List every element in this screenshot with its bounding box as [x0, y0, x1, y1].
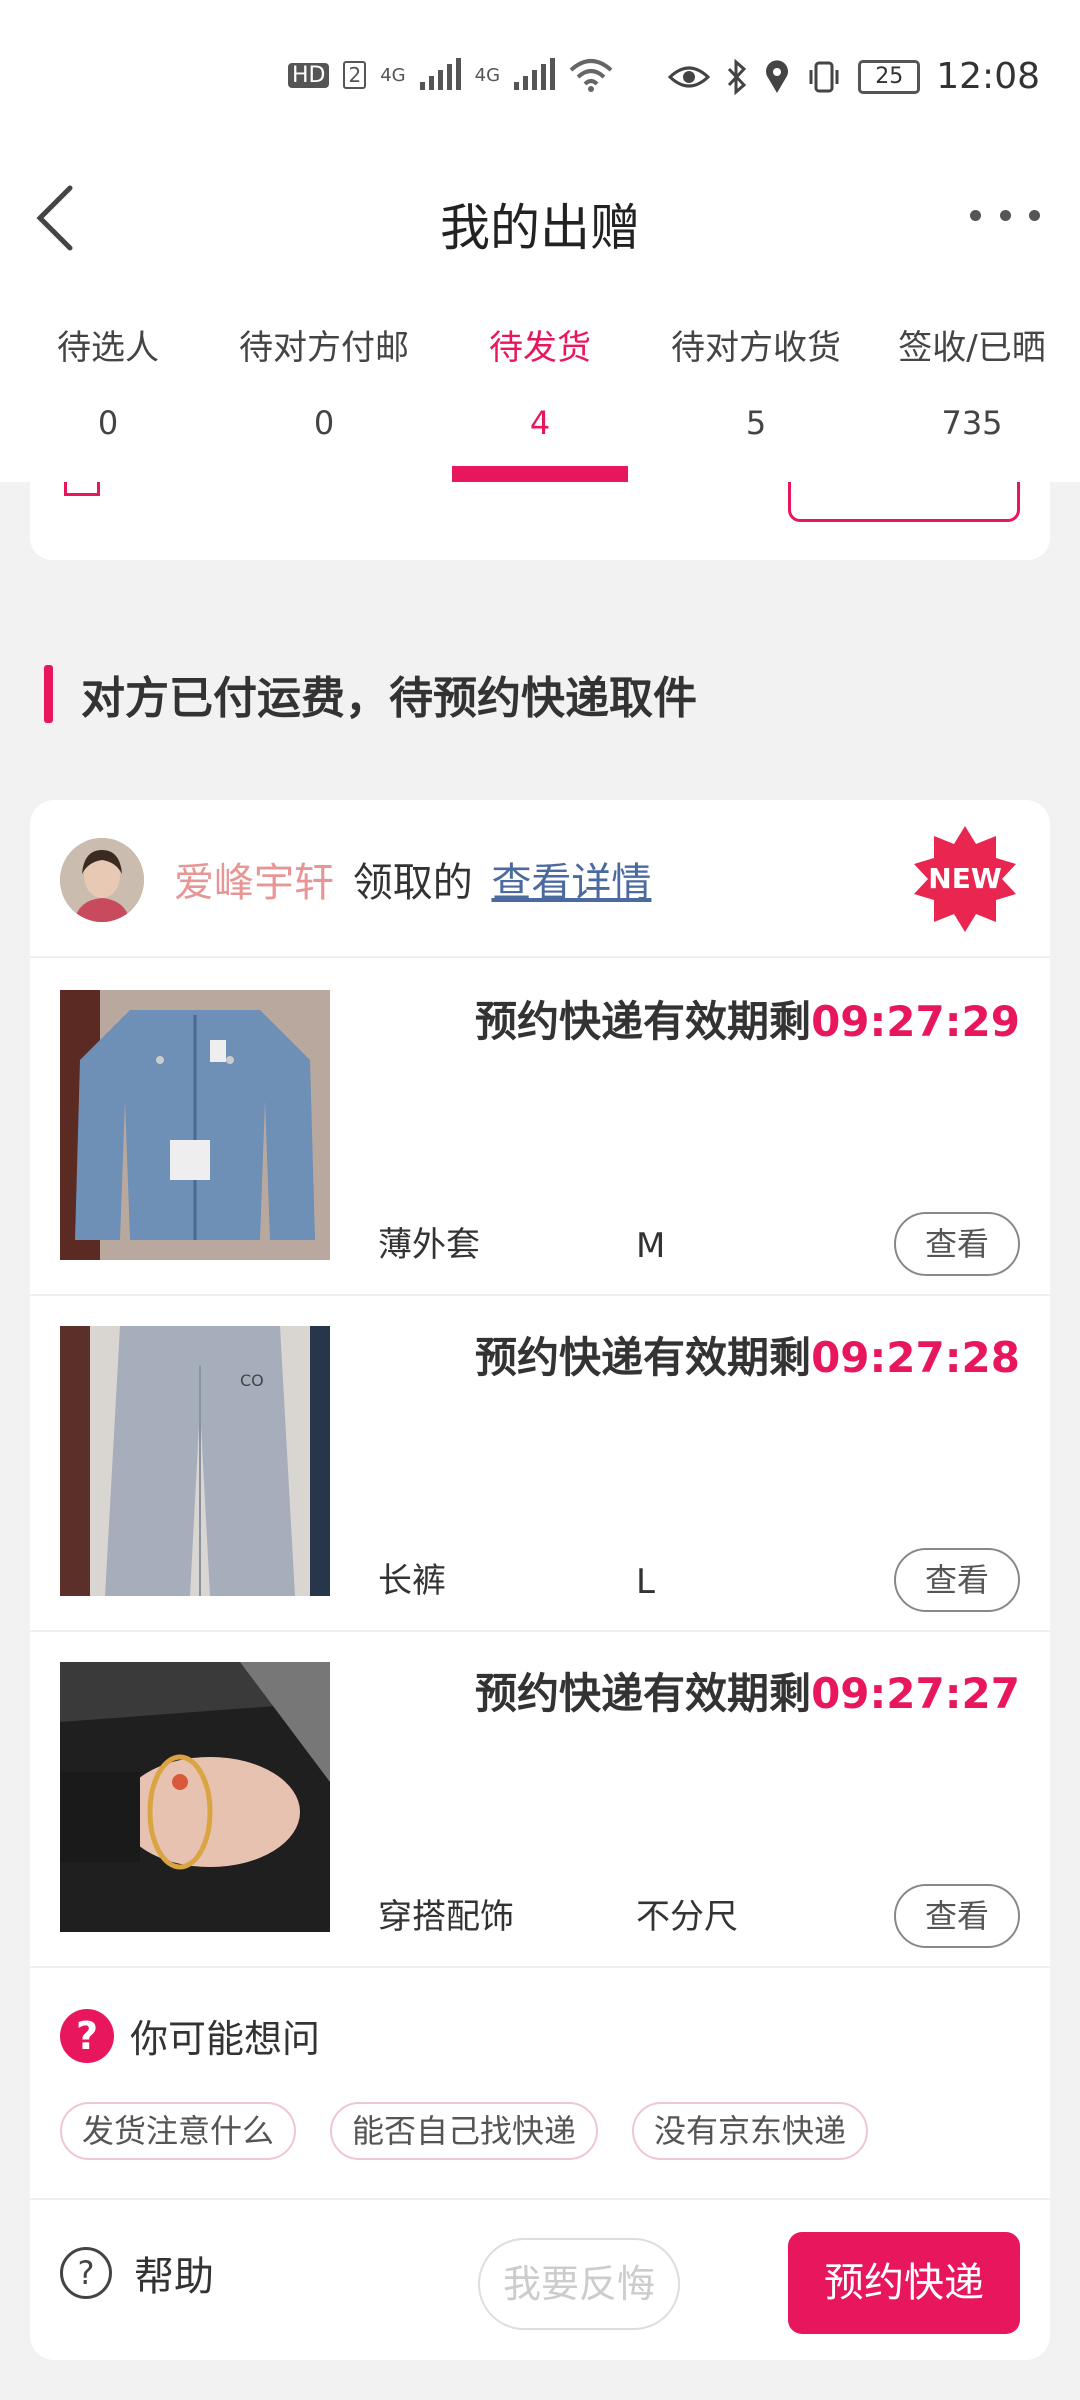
pants-image: CO	[60, 1326, 330, 1596]
item-image-jacket[interactable]	[60, 990, 330, 1260]
signal-icon	[419, 58, 461, 90]
status-left: HD 2 4G 4G	[288, 58, 613, 92]
booking-countdown: 预约快递有效期剩09:27:29	[475, 988, 1020, 1049]
tab-label: 待对方付邮	[239, 328, 409, 368]
active-tab-indicator	[452, 466, 628, 482]
nav-header: 我的出赠	[0, 150, 1080, 290]
countdown-time: 09:27:28	[811, 1333, 1020, 1382]
eye-icon	[668, 66, 711, 87]
regret-button[interactable]: 我要反悔	[478, 2238, 680, 2330]
status-time: 12:08	[936, 56, 1040, 97]
view-details-link[interactable]: 查看详情	[491, 860, 651, 906]
item-image-bracelet[interactable]	[60, 1662, 330, 1932]
faq-header: ? 你可能想问	[60, 2008, 320, 2063]
status-tabs: 待选人 0 待对方付邮 0 待发货 4 待对方收货 5 签收/已晒 735	[0, 290, 1080, 482]
avatar-image	[60, 838, 144, 922]
section-title: 对方已付运费，待预约快递取件	[81, 673, 697, 724]
claimer-row: 爱峰宇轩 领取的 查看详情 NEW	[30, 800, 1050, 958]
book-courier-button[interactable]: 预约快递	[788, 2232, 1020, 2334]
faq-chip-own-courier[interactable]: 能否自己找快递	[330, 2102, 599, 2160]
list-item: 预约快递有效期剩09:27:29 薄外套 M 查看	[30, 960, 1050, 1296]
faq-section: ? 你可能想问 发货注意什么 能否自己找快递 没有京东快递	[30, 1966, 1050, 2200]
new-badge: NEW	[910, 824, 1020, 934]
tab-pending-receive[interactable]: 待对方收货 5	[648, 290, 864, 482]
item-size: 不分尺	[636, 1897, 738, 1937]
item-image-pants[interactable]: CO	[60, 1326, 330, 1596]
tab-signed-shared[interactable]: 签收/已晒 735	[864, 290, 1080, 482]
section-accent-bar	[44, 665, 53, 723]
help-icon: ?	[60, 2247, 112, 2299]
countdown-time: 09:27:27	[811, 1669, 1020, 1718]
page-title: 我的出赠	[440, 199, 640, 257]
view-button[interactable]: 查看	[894, 1548, 1020, 1612]
more-dot-icon	[1029, 209, 1040, 221]
item-name: 薄外套	[378, 1225, 480, 1265]
more-button[interactable]	[970, 190, 1040, 240]
checkbox-partial	[64, 482, 100, 496]
item-name: 穿搭配饰	[378, 1897, 514, 1937]
claimer-action: 领取的	[352, 860, 473, 906]
tab-count: 4	[529, 404, 551, 442]
battery-icon: 25	[858, 59, 921, 94]
booking-countdown: 预约快递有效期剩09:27:27	[475, 1660, 1020, 1721]
help-button[interactable]: ? 帮助	[60, 2244, 214, 2302]
tab-pending-select[interactable]: 待选人 0	[0, 290, 216, 482]
question-icon: ?	[60, 2008, 114, 2063]
status-bar: HD 2 4G 4G 25 12:08	[0, 0, 1080, 150]
tab-label: 待对方收货	[671, 328, 841, 368]
faq-chip-shipping-notes[interactable]: 发货注意什么	[60, 2102, 297, 2160]
tab-label: 签收/已晒	[898, 328, 1046, 368]
item-size: L	[636, 1562, 655, 1602]
list-item: CO 预约快递有效期剩09:27:28 长裤 L 查看	[30, 1296, 1050, 1632]
svg-text:CO: CO	[240, 1371, 264, 1390]
claimer-name[interactable]: 爱峰宇轩	[174, 860, 334, 906]
network-label-1: 4G	[380, 64, 406, 86]
logistics-button-partial[interactable]	[788, 482, 1020, 522]
countdown-label: 预约快递有效期剩	[475, 1669, 812, 1718]
previous-card-partial	[30, 482, 1050, 560]
network-label-2: 4G	[474, 64, 501, 86]
tab-count: 735	[941, 404, 1003, 442]
countdown-label: 预约快递有效期剩	[475, 1333, 812, 1382]
signal-icon-2	[514, 58, 556, 90]
booking-countdown: 预约快递有效期剩09:27:28	[475, 1324, 1020, 1385]
status-right: 25 12:08	[668, 56, 1040, 97]
help-label: 帮助	[134, 2254, 214, 2300]
tab-pending-ship[interactable]: 待发货 4	[432, 290, 648, 482]
bluetooth-icon	[728, 58, 747, 95]
view-button[interactable]: 查看	[894, 1212, 1020, 1276]
wifi-icon	[569, 59, 613, 92]
item-name: 长裤	[378, 1561, 446, 1601]
tab-label: 待发货	[489, 328, 591, 368]
faq-title: 你可能想问	[130, 2017, 321, 2061]
more-dot-icon	[970, 209, 981, 221]
tab-pending-postage[interactable]: 待对方付邮 0	[216, 290, 432, 482]
section-heading: 对方已付运费，待预约快递取件	[44, 662, 697, 726]
order-card: 爱峰宇轩 领取的 查看详情 NEW 预约快递有效期剩09:27:29 薄外套 M…	[30, 800, 1050, 2360]
avatar[interactable]	[60, 838, 144, 922]
card-footer: ? 帮助 我要反悔 预约快递	[30, 2202, 1050, 2360]
jacket-image	[60, 990, 330, 1260]
countdown-time: 09:27:29	[811, 997, 1020, 1046]
faq-chip-no-jd-express[interactable]: 没有京东快递	[632, 2102, 869, 2160]
vibrate-icon	[809, 61, 839, 92]
countdown-label: 预约快递有效期剩	[475, 997, 812, 1046]
claimer-text: 爱峰宇轩 领取的 查看详情	[174, 850, 651, 908]
tab-count: 0	[97, 404, 119, 442]
new-badge-label: NEW	[928, 862, 1002, 895]
view-button[interactable]: 查看	[894, 1884, 1020, 1948]
tab-count: 5	[745, 404, 767, 442]
tab-label: 待选人	[57, 328, 159, 368]
more-dot-icon	[999, 209, 1011, 221]
location-icon	[766, 59, 789, 93]
sim-badge: 2	[343, 61, 367, 89]
hd-badge: HD	[288, 62, 330, 88]
tab-count: 0	[313, 404, 335, 442]
bracelet-image	[60, 1662, 330, 1932]
item-size: M	[636, 1226, 666, 1266]
list-item: 预约快递有效期剩09:27:27 穿搭配饰 不分尺 查看	[30, 1632, 1050, 1968]
faq-chips: 发货注意什么 能否自己找快递 没有京东快递	[60, 2102, 869, 2160]
